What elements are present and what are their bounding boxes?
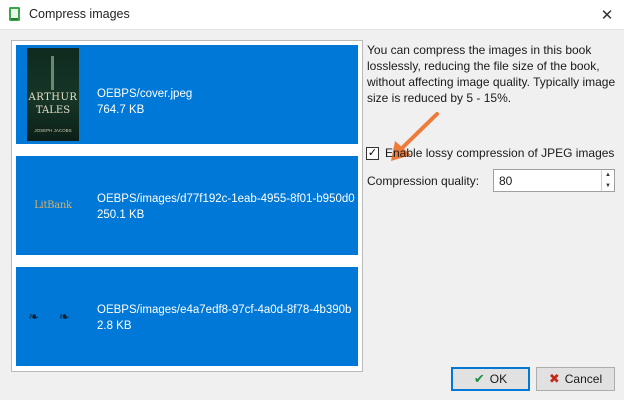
compression-quality-row: Compression quality: 80 ▲ ▼	[367, 169, 615, 193]
calibre-app-icon	[9, 7, 20, 21]
image-list[interactable]: ARTHUR TALES JOSEPH JACOBS OEBPS/cover.j…	[11, 40, 363, 372]
compression-quality-label: Compression quality:	[367, 174, 480, 188]
title-bar: Compress images ✕	[0, 0, 624, 29]
cover-title-line-1: ARTHUR	[28, 92, 78, 103]
cancel-button[interactable]: ✖ Cancel	[536, 367, 615, 391]
image-size: 250.1 KB	[97, 209, 145, 221]
ornament-divider-icon: ❧ ❧	[28, 308, 78, 324]
image-size: 2.8 KB	[97, 320, 132, 332]
description-text: You can compress the images in this book…	[367, 43, 616, 105]
cancel-button-label: Cancel	[564, 372, 603, 386]
check-icon: ✔	[473, 371, 485, 386]
lossy-compression-checkbox[interactable]: ✓	[366, 146, 379, 160]
publisher-logo-thumbnail: LitBank	[20, 159, 86, 252]
list-item[interactable]: ARTHUR TALES JOSEPH JACOBS OEBPS/cover.j…	[16, 45, 358, 144]
cancel-x-icon: ✖	[548, 371, 560, 386]
image-size: 764.7 KB	[97, 104, 145, 116]
ok-button-label: OK	[489, 372, 508, 386]
compression-quality-value[interactable]: 80	[494, 174, 601, 188]
close-icon[interactable]: ✕	[590, 0, 624, 29]
spin-up-icon[interactable]: ▲	[602, 170, 614, 181]
compression-quality-spinbox[interactable]: 80 ▲ ▼	[493, 169, 615, 192]
checkmark-icon: ✓	[367, 146, 378, 159]
image-path: OEBPS/images/d77f192c-1eab-4955-8f01-b95…	[97, 193, 355, 205]
cover-title-line-2: TALES	[35, 105, 71, 116]
cover-author: JOSEPH JACOBS	[34, 128, 72, 133]
ornament-thumbnail: ❧ ❧	[20, 270, 86, 363]
book-cover-thumbnail: ARTHUR TALES JOSEPH JACOBS	[20, 48, 86, 141]
image-path: OEBPS/images/e4a7edf8-97cf-4a0d-8f78-4b3…	[97, 304, 352, 316]
logo-text: LitBank	[34, 200, 72, 211]
lossy-compression-label[interactable]: Enable lossy compression of JPEG images	[385, 146, 614, 160]
ok-button[interactable]: ✔ OK	[451, 367, 530, 391]
image-path: OEBPS/cover.jpeg	[97, 88, 193, 100]
list-item[interactable]: ❧ ❧ OEBPS/images/e4a7edf8-97cf-4a0d-8f78…	[16, 267, 358, 366]
lossy-compression-option[interactable]: ✓ Enable lossy compression of JPEG image…	[366, 144, 614, 162]
list-item[interactable]: LitBank OEBPS/images/d77f192c-1eab-4955-…	[16, 156, 358, 255]
window-title: Compress images	[29, 7, 130, 21]
spin-down-icon[interactable]: ▼	[602, 181, 614, 192]
compress-images-dialog: ARTHUR TALES JOSEPH JACOBS OEBPS/cover.j…	[0, 29, 624, 400]
